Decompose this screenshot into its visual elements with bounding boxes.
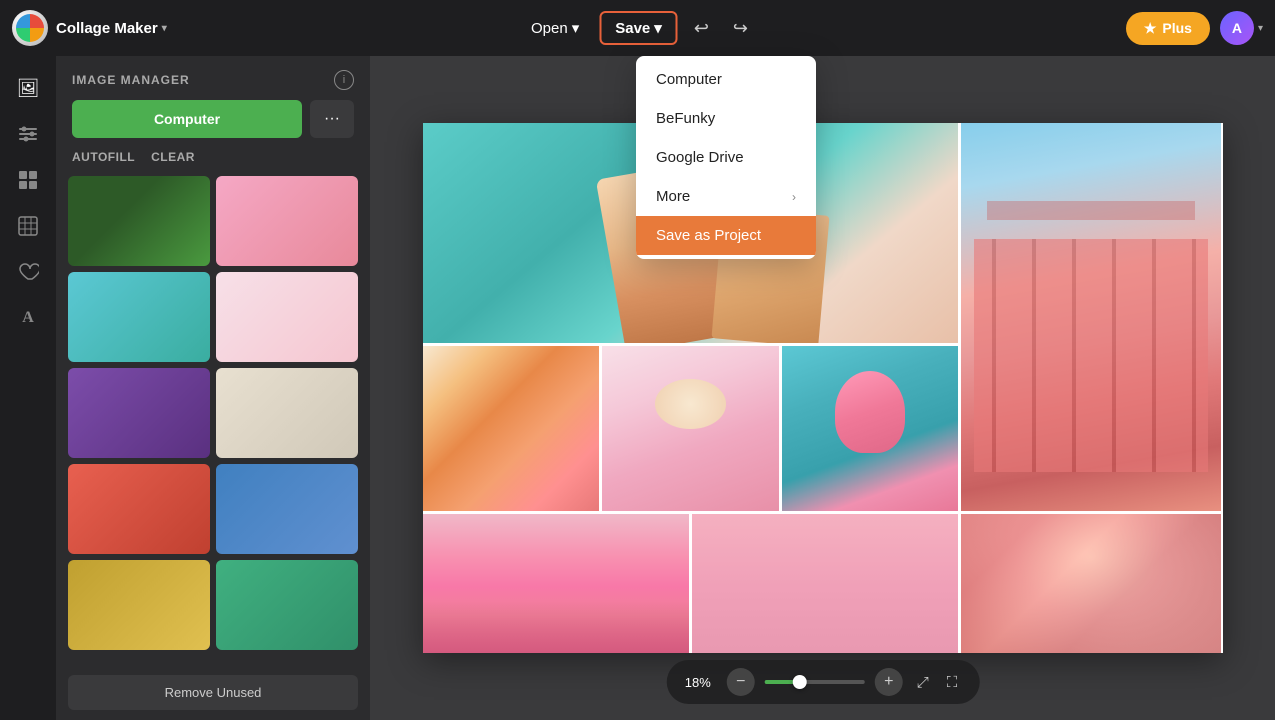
avatar: A	[1220, 11, 1254, 45]
list-item[interactable]	[216, 272, 358, 362]
autofill-button[interactable]: AUTOFILL	[72, 150, 135, 164]
collage-cell-4[interactable]	[423, 514, 958, 653]
app-title: Collage Maker ▾	[56, 20, 167, 37]
heart-icon[interactable]	[8, 252, 48, 292]
list-item[interactable]	[68, 464, 210, 554]
image-grid	[56, 176, 370, 665]
collage-cell-4b[interactable]	[692, 514, 958, 653]
list-item[interactable]	[216, 176, 358, 266]
collage-cell-2[interactable]	[961, 123, 1221, 511]
zoom-plus-button[interactable]: +	[875, 668, 903, 696]
undo-button[interactable]: ↩	[686, 12, 717, 45]
avatar-wrap[interactable]: A ▾	[1220, 11, 1263, 45]
avatar-chevron: ▾	[1258, 23, 1263, 34]
list-item[interactable]	[216, 560, 358, 650]
plus-button[interactable]: ★ Plus	[1126, 12, 1210, 45]
collage-cell-3c[interactable]	[782, 346, 958, 511]
zoom-fullscreen-button[interactable]: ⛶	[943, 670, 962, 695]
list-item[interactable]	[68, 176, 210, 266]
info-icon[interactable]: i	[334, 70, 354, 90]
list-item[interactable]	[68, 368, 210, 458]
zoom-bar: 18% − + ⤢ ⛶	[667, 660, 980, 704]
star-icon: ★	[1144, 20, 1157, 37]
list-item[interactable]	[216, 464, 358, 554]
collage-cell-3[interactable]	[423, 346, 958, 511]
dropdown-item-computer[interactable]: Computer	[636, 60, 816, 99]
zoom-expand-button[interactable]: ⤢	[913, 670, 933, 695]
canvas-area: 18% − + ⤢ ⛶	[371, 56, 1275, 720]
list-item[interactable]	[216, 368, 358, 458]
dropdown-item-save-project[interactable]: Save as Project	[636, 216, 816, 255]
icon-rail: 🖼 A	[0, 56, 56, 720]
filters-icon[interactable]	[8, 114, 48, 154]
open-button[interactable]: Open ▾	[519, 13, 591, 43]
zoom-percent: 18%	[685, 675, 717, 690]
app-title-chevron[interactable]: ▾	[162, 23, 167, 34]
more-chevron-icon: ›	[792, 190, 796, 204]
clear-button[interactable]: CLEAR	[151, 150, 195, 164]
more-dots-button[interactable]: ···	[310, 100, 354, 138]
computer-button[interactable]: Computer	[72, 100, 302, 138]
text-icon[interactable]: A	[8, 298, 48, 338]
texture-icon[interactable]	[8, 206, 48, 246]
sidebar-header: IMAGE MANAGER i	[56, 56, 370, 100]
app-logo[interactable]	[12, 10, 48, 46]
collage-cell-3b[interactable]	[602, 346, 778, 511]
list-item[interactable]	[68, 272, 210, 362]
zoom-thumb[interactable]	[793, 675, 807, 689]
collage-cell-5[interactable]	[961, 514, 1221, 653]
collage-cell-3a[interactable]	[423, 346, 599, 511]
topbar: Collage Maker ▾ Open ▾ Save ▾ ↩ ↪ ★ Plus…	[0, 0, 1275, 56]
sidebar-actions: Computer ···	[56, 100, 370, 150]
save-dropdown-menu: Computer BeFunky Google Drive More › Sav…	[636, 56, 816, 259]
save-button[interactable]: Save ▾	[599, 11, 678, 45]
photos-icon[interactable]: 🖼	[8, 68, 48, 108]
collage-canvas[interactable]	[423, 123, 1223, 653]
list-item[interactable]	[68, 560, 210, 650]
remove-unused-button[interactable]: Remove Unused	[68, 675, 358, 710]
dropdown-item-google-drive[interactable]: Google Drive	[636, 138, 816, 177]
collage-cell-4a[interactable]	[423, 514, 689, 653]
topbar-center-controls: Open ▾ Save ▾ ↩ ↪	[519, 11, 756, 45]
autofill-row: AUTOFILL CLEAR	[56, 150, 370, 176]
redo-button[interactable]: ↪	[725, 12, 756, 45]
zoom-slider[interactable]	[765, 680, 865, 684]
dropdown-item-befunky[interactable]: BeFunky	[636, 99, 816, 138]
save-chevron: ▾	[654, 19, 662, 37]
zoom-minus-button[interactable]: −	[727, 668, 755, 696]
sidebar: IMAGE MANAGER i Computer ··· AUTOFILL CL…	[56, 56, 371, 720]
layout-icon[interactable]	[8, 160, 48, 200]
open-chevron: ▾	[572, 19, 580, 37]
dropdown-item-more[interactable]: More ›	[636, 177, 816, 216]
image-manager-title: IMAGE MANAGER	[72, 73, 190, 87]
